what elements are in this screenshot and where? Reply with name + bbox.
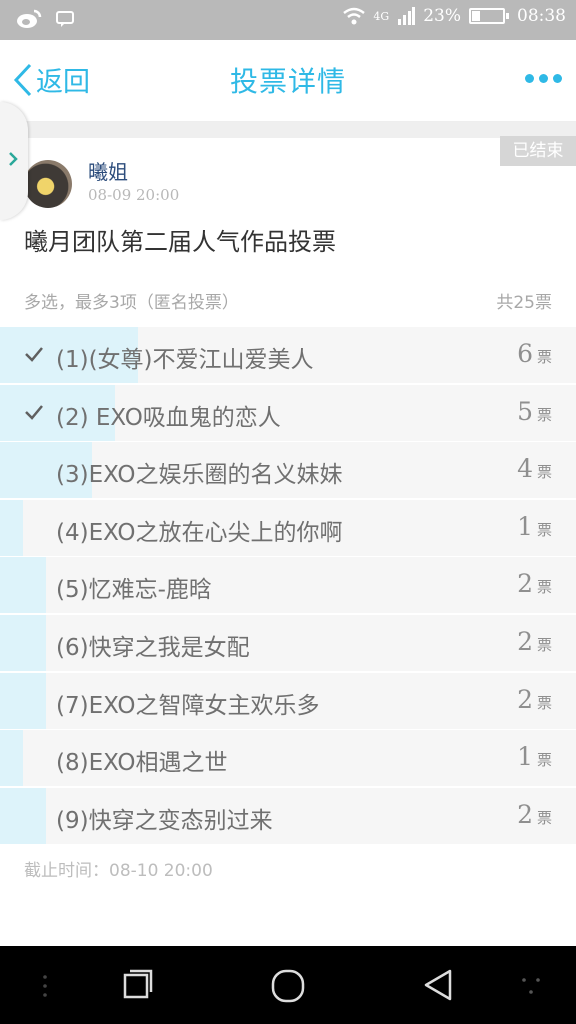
wifi-icon	[343, 7, 366, 25]
option-votes: 2票	[517, 627, 552, 656]
poll-options: (1)(女尊)不爱江山爱美人 6 票 (2) EXO吸血鬼的恋人 5 票 (3)EXO之娱乐…	[0, 327, 576, 845]
status-badge: 已结束	[500, 136, 576, 166]
clock: 08:38	[517, 6, 566, 26]
vote-share-bar	[0, 557, 47, 614]
option-label: (7)EXO之智障女主欢乐多	[56, 692, 320, 719]
system-nav-bar	[0, 946, 576, 1024]
option-votes: 2票	[517, 800, 552, 829]
vote-count: 2	[517, 684, 533, 714]
poll-option[interactable]: (9)快穿之变态别过来 2 票	[0, 787, 576, 844]
signal-icon	[398, 7, 416, 25]
more-button[interactable]	[525, 74, 562, 83]
option-label: (5)忆难忘-鹿晗	[56, 577, 212, 604]
vote-count: 2	[517, 799, 533, 829]
option-votes: 6票	[517, 339, 552, 368]
vote-count: 4	[517, 454, 533, 484]
vote-count: 2	[517, 626, 533, 656]
option-label: (6)快穿之我是女配	[56, 634, 250, 661]
poll-option[interactable]: (2) EXO吸血鬼的恋人 5 票	[0, 384, 576, 441]
option-votes: 1票	[517, 742, 552, 771]
vote-share-bar	[0, 787, 47, 844]
recent-apps-icon[interactable]	[122, 968, 154, 1000]
vote-count: 5	[517, 396, 533, 426]
option-votes: 2票	[517, 685, 552, 714]
author-name[interactable]: 曦姐	[88, 156, 128, 185]
poll-option[interactable]: (3)EXO之娱乐圈的名义妹妹 4 票	[0, 442, 576, 499]
back-nav-icon[interactable]	[422, 968, 454, 1002]
message-icon	[56, 11, 74, 27]
avatar[interactable]	[24, 160, 72, 208]
option-label: (3)EXO之娱乐圈的名义妹妹	[56, 462, 343, 489]
vote-count: 6	[517, 339, 533, 368]
poll-deadline: 截止时间：08-10 20:00	[24, 861, 213, 881]
option-votes: 2票	[517, 569, 552, 598]
vote-unit: 票	[536, 635, 552, 654]
page-title: 投票详情	[229, 65, 346, 98]
vote-share-bar	[0, 499, 24, 556]
poll-total-votes: 共25票	[496, 293, 552, 313]
status-bar: 4G 23% 08:38	[0, 0, 576, 40]
weibo-icon	[17, 9, 42, 28]
check-icon	[25, 347, 43, 362]
vote-unit: 票	[536, 405, 552, 424]
vote-unit: 票	[536, 578, 552, 597]
poll-option[interactable]: (8)EXO相遇之世 1 票	[0, 730, 576, 787]
option-votes: 1票	[517, 512, 552, 541]
option-label: (4)EXO之放在心尖上的你啊	[56, 519, 343, 546]
option-label: (8)EXO相遇之世	[56, 750, 228, 777]
battery-percent: 23%	[423, 6, 461, 26]
post-time: 08-09 20:00	[88, 186, 180, 204]
option-votes: 4票	[517, 454, 552, 483]
vote-unit: 票	[536, 348, 552, 366]
option-label: (2) EXO吸血鬼的恋人	[56, 404, 281, 431]
option-label: (1)(女尊)不爱江山爱美人	[56, 347, 314, 373]
more-icon	[525, 74, 534, 83]
network-type: 4G	[373, 9, 390, 23]
vote-unit: 票	[536, 751, 552, 770]
chevron-right-icon	[9, 152, 18, 166]
poll-option[interactable]: (7)EXO之智障女主欢乐多 2 票	[0, 672, 576, 729]
vote-count: 1	[517, 511, 533, 541]
app-header: 返回 投票详情	[0, 40, 576, 122]
poll-option[interactable]: (5)忆难忘-鹿晗 2 票	[0, 557, 576, 614]
option-votes: 5票	[517, 397, 552, 426]
vote-share-bar	[0, 730, 24, 787]
vote-count: 1	[517, 742, 533, 772]
poll-option[interactable]: (6)快穿之我是女配 2 票	[0, 614, 576, 671]
vote-unit: 票	[536, 463, 552, 482]
vote-unit: 票	[536, 520, 552, 539]
menu-dots-icon[interactable]	[40, 974, 50, 998]
vote-unit: 票	[536, 693, 552, 712]
poll-option[interactable]: (4)EXO之放在心尖上的你啊 1 票	[0, 499, 576, 556]
option-label: (9)快穿之变态别过来	[56, 807, 273, 834]
check-icon	[25, 404, 43, 420]
home-icon[interactable]	[270, 968, 306, 1004]
battery-icon	[469, 8, 509, 24]
vote-share-bar	[0, 614, 47, 671]
assist-dots-icon[interactable]	[520, 976, 542, 996]
vote-count: 2	[517, 569, 533, 599]
vote-share-bar	[0, 672, 47, 729]
vote-unit: 票	[536, 808, 552, 827]
poll-rules: 多选，最多3项（匿名投票）	[24, 293, 239, 313]
section-divider	[0, 122, 576, 138]
poll-option[interactable]: (1)(女尊)不爱江山爱美人 6 票	[0, 327, 576, 383]
side-drawer-handle[interactable]	[0, 102, 28, 220]
poll-title: 曦月团队第二届人气作品投票	[24, 228, 336, 256]
